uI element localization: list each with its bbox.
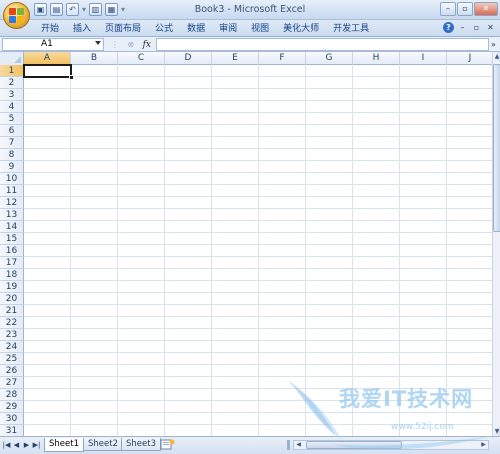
row-header-23[interactable]: 23 (0, 329, 24, 341)
row-header-15[interactable]: 15 (0, 233, 24, 245)
column-header-i[interactable]: I (400, 52, 447, 65)
title-bar: ▣ ▤ ↶ ▾ ▥ ▦ ▾ Book3 - Microsoft Excel – … (0, 0, 500, 29)
row-header-12[interactable]: 12 (0, 197, 24, 209)
row-header-25[interactable]: 25 (0, 353, 24, 365)
column-header-d[interactable]: D (165, 52, 212, 65)
row-header-5[interactable]: 5 (0, 113, 24, 125)
tab-split-handle[interactable] (287, 440, 290, 450)
scroll-down-icon[interactable]: ▼ (493, 427, 500, 436)
formula-bar: A1 ⋮ ⊗ fx » (0, 37, 500, 52)
scroll-right-icon[interactable]: ▶ (479, 441, 488, 449)
row-header-11[interactable]: 11 (0, 185, 24, 197)
select-all-button[interactable] (0, 52, 24, 65)
tab-formulas[interactable]: 公式 (148, 23, 180, 35)
row-header-29[interactable]: 29 (0, 401, 24, 413)
name-box-dropdown-icon[interactable] (95, 41, 101, 45)
column-header-h[interactable]: H (353, 52, 400, 65)
row-header-8[interactable]: 8 (0, 149, 24, 161)
vertical-scroll-thumb[interactable] (493, 64, 500, 232)
tab-insert[interactable]: 插入 (66, 23, 98, 35)
sheet-tab-sheet3[interactable]: Sheet3 (121, 438, 161, 451)
row-header-22[interactable]: 22 (0, 317, 24, 329)
first-sheet-icon[interactable]: |◀ (2, 440, 11, 450)
ribbon-restore-icon[interactable]: ▫ (471, 22, 482, 33)
expand-formula-bar-icon[interactable]: » (489, 38, 498, 51)
row-header-4[interactable]: 4 (0, 101, 24, 113)
row-header-31[interactable]: 31 (0, 425, 24, 436)
row-header-1[interactable]: 1 (0, 65, 24, 77)
tab-review[interactable]: 审阅 (212, 23, 244, 35)
row-header-20[interactable]: 20 (0, 293, 24, 305)
row-header-2[interactable]: 2 (0, 77, 24, 89)
row-header-28[interactable]: 28 (0, 389, 24, 401)
scroll-up-icon[interactable]: ▲ (493, 52, 500, 61)
formula-cancel-icon: ⊗ (127, 40, 135, 49)
column-header-g[interactable]: G (306, 52, 353, 65)
close-button[interactable]: ✕ (474, 2, 498, 16)
ribbon-tab-bar: 开始 插入 页面布局 公式 数据 审阅 视图 美化大师 开发工具 ? – ▫ ✕ (0, 20, 500, 37)
restore-button[interactable]: ▫ (457, 2, 473, 16)
next-sheet-icon[interactable]: ▶ (22, 440, 31, 450)
window-controls: – ▫ ✕ (440, 2, 498, 16)
tab-beautify-master[interactable]: 美化大师 (276, 23, 326, 35)
ribbon-close-icon[interactable]: ✕ (485, 22, 496, 33)
scroll-left-icon[interactable]: ◀ (294, 441, 303, 449)
row-header-19[interactable]: 19 (0, 281, 24, 293)
row-header-17[interactable]: 17 (0, 257, 24, 269)
worksheet-grid[interactable]: A B C D E F G H I J 1 2 3 4 5 6 7 8 9 10 11 12 13 14 1… (0, 52, 492, 436)
window-title: Book3 - Microsoft Excel (194, 4, 306, 15)
horizontal-scroll-thumb[interactable] (306, 441, 402, 449)
tab-home[interactable]: 开始 (34, 23, 66, 35)
row-header-13[interactable]: 13 (0, 209, 24, 221)
sheet-tab-sheet1[interactable]: Sheet1 (44, 438, 84, 452)
tab-developer[interactable]: 开发工具 (326, 23, 376, 35)
insert-sheet-icon[interactable] (159, 439, 176, 450)
tab-page-layout[interactable]: 页面布局 (98, 23, 148, 35)
active-cell-a1[interactable] (23, 64, 72, 78)
row-header-24[interactable]: 24 (0, 341, 24, 353)
row-header-9[interactable]: 9 (0, 161, 24, 173)
ribbon-minimize-icon[interactable]: – (457, 22, 468, 33)
row-header-30[interactable]: 30 (0, 413, 24, 425)
column-header-b[interactable]: B (71, 52, 118, 65)
formula-bar-resize-icon[interactable]: ⋮ (111, 40, 119, 49)
last-sheet-icon[interactable]: ▶| (32, 440, 41, 450)
formula-input[interactable] (156, 38, 489, 51)
row-header-10[interactable]: 10 (0, 173, 24, 185)
office-button[interactable] (3, 2, 30, 29)
row-header-27[interactable]: 27 (0, 377, 24, 389)
row-header-16[interactable]: 16 (0, 245, 24, 257)
horizontal-scrollbar[interactable]: ◀ ▶ (293, 440, 489, 450)
column-header-e[interactable]: E (212, 52, 259, 65)
column-header-j[interactable]: J (447, 52, 492, 65)
row-header-7[interactable]: 7 (0, 137, 24, 149)
prev-sheet-icon[interactable]: ◀ (12, 440, 21, 450)
tab-view[interactable]: 视图 (244, 23, 276, 35)
vertical-scrollbar[interactable]: ▲ ▼ (492, 52, 500, 436)
sheet-tab-sheet2[interactable]: Sheet2 (83, 438, 123, 451)
tab-data[interactable]: 数据 (180, 23, 212, 35)
column-header-f[interactable]: F (259, 52, 306, 65)
office-logo-icon (9, 8, 24, 23)
row-header-3[interactable]: 3 (0, 89, 24, 101)
cell-area[interactable] (24, 65, 492, 436)
help-icon[interactable]: ? (443, 22, 454, 33)
minimize-button[interactable]: – (440, 2, 456, 16)
row-header-14[interactable]: 14 (0, 221, 24, 233)
row-header-18[interactable]: 18 (0, 269, 24, 281)
row-header-6[interactable]: 6 (0, 125, 24, 137)
row-header-21[interactable]: 21 (0, 305, 24, 317)
sheet-tab-bar: |◀ ◀ ▶ ▶| Sheet1 Sheet2 Sheet3 ◀ ▶ (0, 436, 500, 454)
name-box[interactable]: A1 (2, 38, 104, 51)
row-header-26[interactable]: 26 (0, 365, 24, 377)
column-header-c[interactable]: C (118, 52, 165, 65)
column-headers: A B C D E F G H I J (0, 52, 492, 65)
fill-handle[interactable] (69, 75, 74, 80)
insert-function-button[interactable]: fx (143, 40, 151, 50)
